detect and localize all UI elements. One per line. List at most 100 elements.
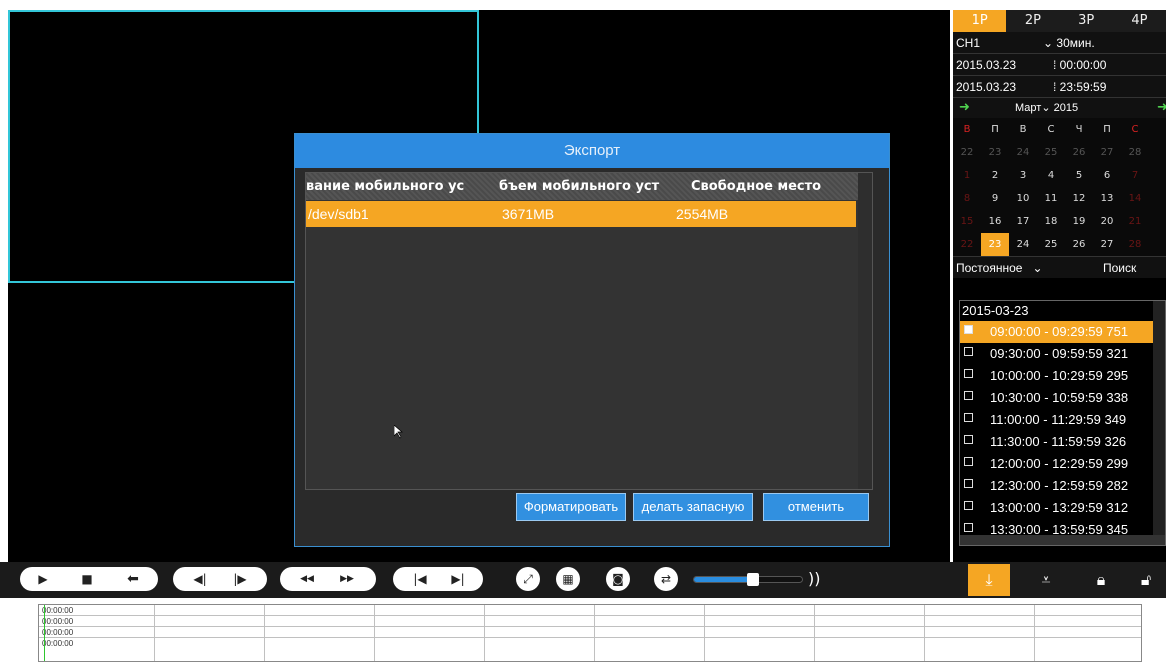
calendar-day[interactable]: 18: [1037, 210, 1065, 233]
split-grid-icon[interactable]: ▦: [556, 567, 580, 591]
calendar-day[interactable]: 16: [981, 210, 1009, 233]
calendar-day[interactable]: 4: [1037, 164, 1065, 187]
cancel-button[interactable]: отменить: [763, 493, 869, 521]
download-tray-icon[interactable]: ⩡: [1025, 564, 1067, 596]
volume-knob[interactable]: [747, 573, 760, 586]
calendar-day[interactable]: 8: [953, 187, 981, 210]
back-arrow-icon[interactable]: ⬅: [116, 567, 150, 591]
checkbox[interactable]: [964, 391, 973, 400]
list-item[interactable]: 09:00:00 - 09:29:59 751: [960, 321, 1165, 343]
stop-icon[interactable]: ■: [72, 567, 102, 591]
checkbox[interactable]: [964, 523, 973, 532]
start-time-field[interactable]: ⁞ 00:00:00: [1053, 54, 1106, 76]
calendar-day[interactable]: 2: [981, 164, 1009, 187]
checkbox[interactable]: [964, 325, 973, 334]
list-item[interactable]: 09:30:00 - 09:59:59 321: [960, 343, 1165, 365]
start-date-field[interactable]: 2015.03.23: [956, 54, 1016, 76]
fast-icon[interactable]: ▶▶: [332, 567, 362, 591]
play-icon[interactable]: ▶: [28, 567, 58, 591]
calendar-day[interactable]: 11: [1037, 187, 1065, 210]
calendar-day[interactable]: 22: [953, 141, 981, 164]
list-item[interactable]: 13:00:00 - 13:29:59 312: [960, 497, 1165, 519]
tab-1p[interactable]: 1P: [953, 10, 1007, 32]
calendar-day[interactable]: 26: [1065, 141, 1093, 164]
calendar-day[interactable]: 26: [1065, 233, 1093, 256]
calendar-day[interactable]: 25: [1037, 141, 1065, 164]
calendar-day[interactable]: 27: [1093, 141, 1121, 164]
calendar-day[interactable]: 10: [1009, 187, 1037, 210]
volume-slider[interactable]: [693, 573, 803, 586]
sync-icon[interactable]: ⇄: [654, 567, 678, 591]
search-button[interactable]: Поиск: [1103, 257, 1136, 279]
fullscreen-icon[interactable]: ⤢: [516, 567, 540, 591]
file-list-hscrollbar[interactable]: [960, 535, 1165, 545]
calendar-day[interactable]: 24: [1009, 233, 1037, 256]
list-item[interactable]: 10:00:00 - 10:29:59 295: [960, 365, 1165, 387]
prev-month-arrow-icon[interactable]: ➜: [959, 98, 970, 118]
step-forward-icon[interactable]: |▶: [225, 567, 255, 591]
interval-select[interactable]: ⌄ 30мин.: [1043, 32, 1095, 54]
tab-3p[interactable]: 3P: [1060, 10, 1113, 32]
next-record-icon[interactable]: ▶|: [443, 567, 473, 591]
calendar-day[interactable]: 24: [1009, 141, 1037, 164]
calendar-day[interactable]: 7: [1121, 164, 1149, 187]
calendar-day[interactable]: 25: [1037, 233, 1065, 256]
file-list-scrollbar[interactable]: [1153, 301, 1165, 545]
checkbox[interactable]: [964, 501, 973, 510]
list-item[interactable]: 10:30:00 - 10:59:59 338: [960, 387, 1165, 409]
unlock-icon[interactable]: 🔓︎: [1125, 564, 1166, 596]
checkbox[interactable]: [964, 435, 973, 444]
end-time-field[interactable]: ⁞ 23:59:59: [1053, 76, 1106, 98]
list-item[interactable]: 11:00:00 - 11:29:59 349: [960, 409, 1165, 431]
table-row[interactable]: /dev/sdb1 3671MB 2554MB: [306, 201, 856, 227]
list-item[interactable]: 11:30:00 - 11:59:59 326: [960, 431, 1165, 453]
prev-record-icon[interactable]: |◀: [405, 567, 435, 591]
checkbox[interactable]: [964, 413, 973, 422]
calendar-day[interactable]: 13: [1093, 187, 1121, 210]
snapshot-icon[interactable]: ◙: [606, 567, 630, 591]
calendar-day[interactable]: 27: [1093, 233, 1121, 256]
download-icon[interactable]: ⤓: [968, 564, 1010, 596]
calendar-day[interactable]: 5: [1065, 164, 1093, 187]
calendar-day[interactable]: 28: [1121, 233, 1149, 256]
spinner-icon[interactable]: ⁞: [1053, 80, 1060, 94]
calendar-day[interactable]: 20: [1093, 210, 1121, 233]
calendar-day[interactable]: 22: [953, 233, 981, 256]
slow-icon[interactable]: ◀◀: [292, 567, 322, 591]
calendar-day[interactable]: 17: [1009, 210, 1037, 233]
checkbox[interactable]: [964, 479, 973, 488]
backup-button[interactable]: делать запасную: [633, 493, 753, 521]
calendar-month[interactable]: Март⌄ 2015: [1015, 98, 1078, 118]
calendar-day[interactable]: 15: [953, 210, 981, 233]
calendar-day[interactable]: 3: [1009, 164, 1037, 187]
calendar-day[interactable]: 9: [981, 187, 1009, 210]
timeline[interactable]: 00:00:00 00:00:00 00:00:00 00:00:00: [38, 604, 1142, 662]
channel-select[interactable]: CH1: [956, 32, 980, 54]
tab-2p[interactable]: 2P: [1006, 10, 1059, 32]
speaker-waves-icon[interactable]: )): [808, 569, 820, 588]
list-item[interactable]: 12:30:00 - 12:59:59 282: [960, 475, 1165, 497]
calendar-day[interactable]: 19: [1065, 210, 1093, 233]
calendar-day[interactable]: 6: [1093, 164, 1121, 187]
table-scrollbar[interactable]: [858, 173, 872, 489]
lock-icon[interactable]: 🔒︎: [1080, 564, 1122, 596]
record-type-select[interactable]: Постоянное ⌄: [956, 257, 1043, 279]
calendar-day[interactable]: 21: [1121, 210, 1149, 233]
calendar-day[interactable]: 12: [1065, 187, 1093, 210]
format-button[interactable]: Форматировать: [516, 493, 626, 521]
timeline-cursor[interactable]: [44, 605, 45, 661]
calendar-day[interactable]: 14: [1121, 187, 1149, 210]
spinner-icon[interactable]: ⁞: [1053, 58, 1060, 72]
calendar-day[interactable]: 23: [981, 141, 1009, 164]
checkbox[interactable]: [964, 347, 973, 356]
calendar-day[interactable]: 28: [1121, 141, 1149, 164]
calendar-day[interactable]: 1: [953, 164, 981, 187]
end-date-field[interactable]: 2015.03.23: [956, 76, 1016, 98]
next-month-arrow-icon[interactable]: ➜: [1157, 98, 1166, 118]
checkbox[interactable]: [964, 369, 973, 378]
calendar-day-selected[interactable]: 23: [981, 233, 1009, 256]
list-item[interactable]: 12:00:00 - 12:29:59 299: [960, 453, 1165, 475]
tab-4p[interactable]: 4P: [1113, 10, 1166, 32]
checkbox[interactable]: [964, 457, 973, 466]
step-back-icon[interactable]: ◀|: [185, 567, 215, 591]
